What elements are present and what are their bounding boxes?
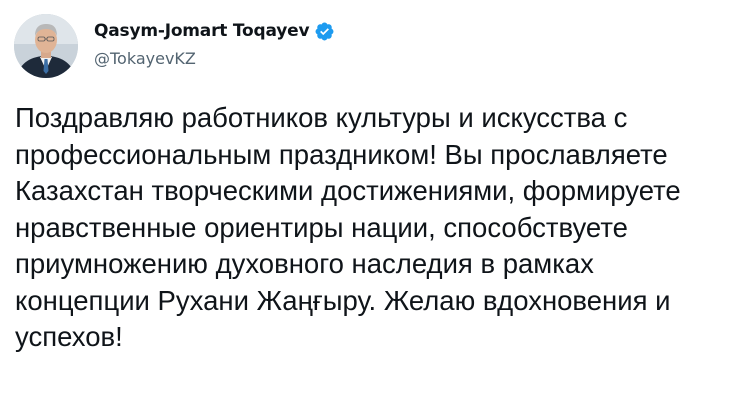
author-avatar[interactable]: [14, 14, 78, 78]
tweet-text-line: Поздравляю работников культуры и искусст…: [15, 102, 628, 133]
tweet-text-line: профессиональным праздником! Вы прославл…: [15, 138, 668, 170]
verified-badge-icon: [314, 21, 335, 42]
tweet-text-line: приумножению духовного наследия в рамках: [15, 248, 594, 279]
tweet-text-line: концепции Рухани Жаңғыру. Желаю вдохнове…: [15, 284, 671, 316]
author-handle[interactable]: @TokayevKZ: [94, 49, 196, 68]
tweet-card: Qasym-Jomart Toqayev @TokayevKZ Поздравл…: [0, 0, 750, 402]
tweet-text-line: успехов!: [15, 321, 123, 352]
author-name-row: Qasym-Jomart Toqayev: [94, 18, 335, 44]
tweet-text: Поздравляю работников культуры и искусст…: [15, 100, 750, 356]
tweet-text-line: нравственные ориентиры нации, способству…: [15, 211, 628, 243]
tweet-text-line: Казахстан творческими достижениями, форм…: [15, 175, 681, 206]
profile-photo-icon: [14, 14, 78, 78]
author-display-name[interactable]: Qasym-Jomart Toqayev: [94, 21, 310, 41]
